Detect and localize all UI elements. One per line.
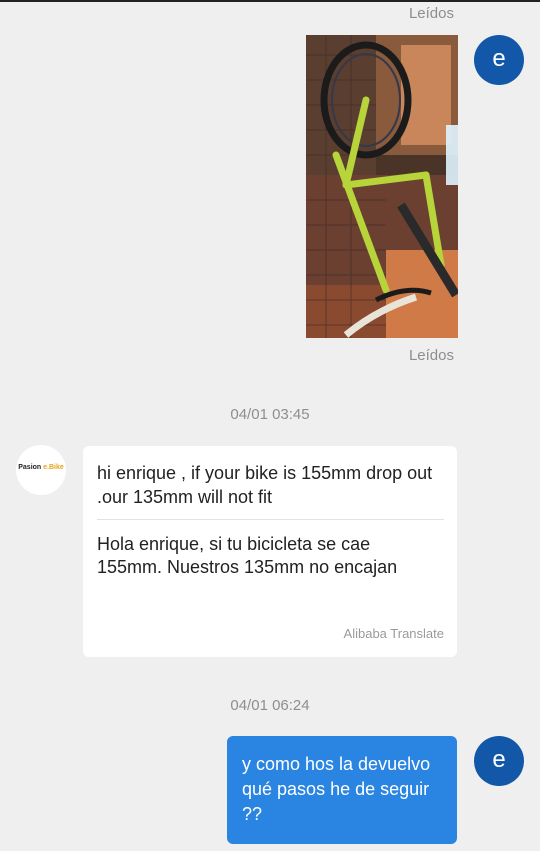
read-status-top: Leídos (408, 5, 454, 22)
bicycle-photo-message[interactable] (306, 35, 458, 338)
outgoing-message-bubble[interactable]: y como hos la devuelvo qué pasos he de s… (227, 736, 457, 844)
seller-logo: Pasion e.Bike (18, 464, 64, 471)
read-status-photo: Leídos (408, 347, 454, 364)
translator-label: Alibaba Translate (343, 626, 444, 641)
top-divider (0, 0, 540, 2)
user-avatar[interactable]: e (474, 35, 524, 85)
incoming-message-bubble[interactable]: hi enrique , if your bike is 155mm drop … (83, 446, 457, 657)
user-avatar[interactable]: e (474, 736, 524, 786)
translation-divider (97, 519, 444, 520)
seller-logo-main: Pasion (18, 464, 42, 471)
timestamp: 04/01 06:24 (230, 697, 310, 714)
outgoing-message-text: y como hos la devuelvo qué pasos he de s… (242, 754, 431, 824)
chat-screen: Leídos e Leídos 04/01 03:45 Pasion e.Bik… (0, 0, 540, 851)
bicycle-photo (306, 35, 458, 338)
timestamp: 04/01 03:45 (230, 406, 310, 423)
translated-message-text: Hola enrique, si tu bicicleta se cae 155… (97, 534, 398, 577)
original-message-text: hi enrique , if your bike is 155mm drop … (97, 463, 433, 507)
seller-logo-accent: e.Bike (43, 464, 64, 471)
seller-avatar[interactable]: Pasion e.Bike (16, 445, 66, 495)
